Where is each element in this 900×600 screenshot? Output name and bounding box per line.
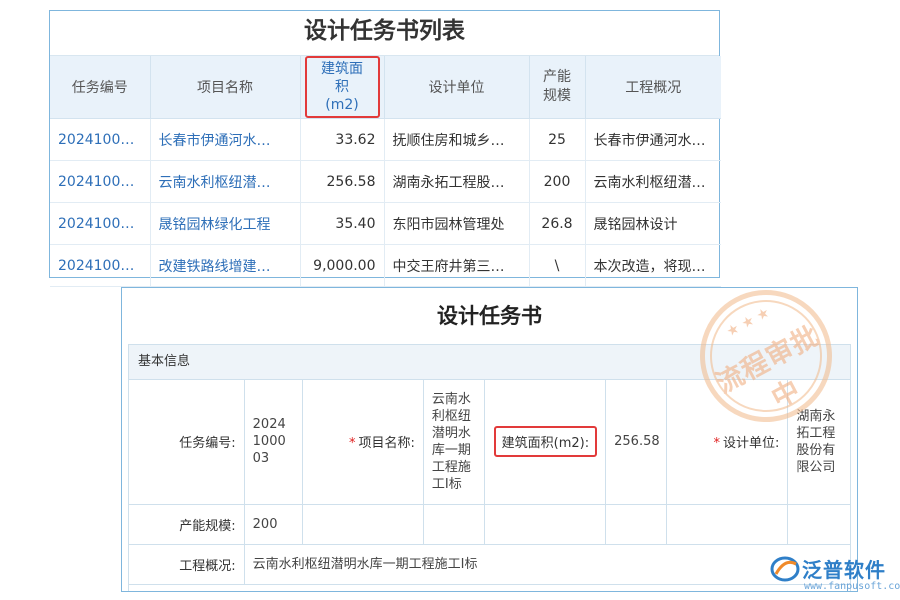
building-area-cell: 33.62 [300,119,384,161]
table-row[interactable]: 2024100003云南水利枢纽潜…256.58湖南永拓工程股…200云南水利枢… [50,161,721,203]
required-mark: * [349,436,356,451]
building-area-highlight: 建筑面积 (m2) [305,56,380,118]
section-header: 基本信息 [129,345,850,380]
design-unit-cell: 东阳市园林管理处 [384,203,529,245]
overview-cell: 云南水利枢纽潜… [585,161,721,203]
task-no-value: 2024100003 [244,380,302,504]
design-unit-label-cell: *设计单位: [667,380,788,504]
design-unit-cell: 中交王府井第三… [384,245,529,287]
logo-url: www.fanpusoft.com [804,581,900,592]
col-header-overview[interactable]: 工程概况 [585,56,721,119]
overview-cell: 晟铭园林设计 [585,203,721,245]
task-list-table: 任务编号 项目名称 建筑面积 (m2) 设计单位 产能 规模 工程概况 2024… [50,56,721,287]
table-row[interactable]: 2024100002晟铭园林绿化工程35.40东阳市园林管理处26.8晟铭园林设… [50,203,721,245]
building-area-header-text: 建筑面积 (m2) [321,61,363,113]
task-detail-panel: 设计任务书 基本信息 任务编号: 2024100003 *项目名称: 云南水利枢… [121,287,858,592]
list-title: 设计任务书列表 [50,11,719,56]
detail-form-table: 任务编号: 2024100003 *项目名称: 云南水利枢纽潜明水库一期工程施工… [129,380,850,585]
building-area-label: 建筑面积(m2): [494,426,597,457]
project-name-cell[interactable]: 晟铭园林绿化工程 [150,203,300,245]
overview-value[interactable]: 云南水利枢纽潜明水库一期工程施工I标 [244,544,850,584]
project-name-cell[interactable]: 改建铁路线增建… [150,245,300,287]
task-no-cell[interactable]: 2024100001 [50,245,150,287]
table-row[interactable]: 2024100004长春市伊通河水…33.62抚顺住房和城乡…25长春市伊通河水… [50,119,721,161]
capacity-label: 产能规模: [129,504,244,544]
capacity-cell: 25 [529,119,585,161]
brand-logo: 泛普软件 www.fanpusoft.com [768,554,894,598]
capacity-value[interactable]: 200 [244,504,302,544]
building-area-value[interactable]: 256.58 [606,380,667,504]
overview-label: 工程概况: [129,544,244,584]
overview-cell: 本次改造，将现… [585,245,721,287]
form-row: 产能规模: 200 [129,504,850,544]
col-header-design-unit[interactable]: 设计单位 [384,56,529,119]
project-name-cell[interactable]: 云南水利枢纽潜… [150,161,300,203]
overview-cell: 长春市伊通河水… [585,119,721,161]
building-area-label-cell: 建筑面积(m2): [484,380,605,504]
task-list-panel: 设计任务书列表 任务编号 项目名称 建筑面积 (m2) 设计单位 产能 规模 工… [49,10,720,278]
required-mark: * [713,436,720,451]
project-name-label-cell: *项目名称: [302,380,423,504]
design-unit-cell: 湖南永拓工程股… [384,161,529,203]
basic-info-section: 基本信息 任务编号: 2024100003 *项目名称: 云南水利枢纽潜明水库一… [128,344,851,592]
capacity-cell: 200 [529,161,585,203]
building-area-cell: 9,000.00 [300,245,384,287]
capacity-cell: 26.8 [529,203,585,245]
capacity-cell: \ [529,245,585,287]
task-no-cell[interactable]: 2024100003 [50,161,150,203]
project-name-cell[interactable]: 长春市伊通河水… [150,119,300,161]
col-header-task-no[interactable]: 任务编号 [50,56,150,119]
design-unit-value[interactable]: 湖南永拓工程股份有限公司 [788,380,850,504]
building-area-cell: 256.58 [300,161,384,203]
project-name-label: 项目名称: [359,436,415,451]
task-no-label: 任务编号: [129,380,244,504]
project-name-value[interactable]: 云南水利枢纽潜明水库一期工程施工I标 [423,380,484,504]
fanpu-logo-icon [770,556,800,582]
design-unit-cell: 抚顺住房和城乡… [384,119,529,161]
building-area-cell: 35.40 [300,203,384,245]
design-unit-label: 设计单位: [723,436,779,451]
logo-name: 泛普软件 [802,554,886,583]
table-header-row: 任务编号 项目名称 建筑面积 (m2) 设计单位 产能 规模 工程概况 [50,56,721,119]
form-row: 工程概况: 云南水利枢纽潜明水库一期工程施工I标 [129,544,850,584]
form-row: 任务编号: 2024100003 *项目名称: 云南水利枢纽潜明水库一期工程施工… [129,380,850,504]
col-header-building-area[interactable]: 建筑面积 (m2) [300,56,384,119]
col-header-project-name[interactable]: 项目名称 [150,56,300,119]
table-row[interactable]: 2024100001改建铁路线增建…9,000.00中交王府井第三…\本次改造，… [50,245,721,287]
task-no-cell[interactable]: 2024100004 [50,119,150,161]
task-no-cell[interactable]: 2024100002 [50,203,150,245]
col-header-capacity[interactable]: 产能 规模 [529,56,585,119]
form-title: 设计任务书 [122,300,857,330]
